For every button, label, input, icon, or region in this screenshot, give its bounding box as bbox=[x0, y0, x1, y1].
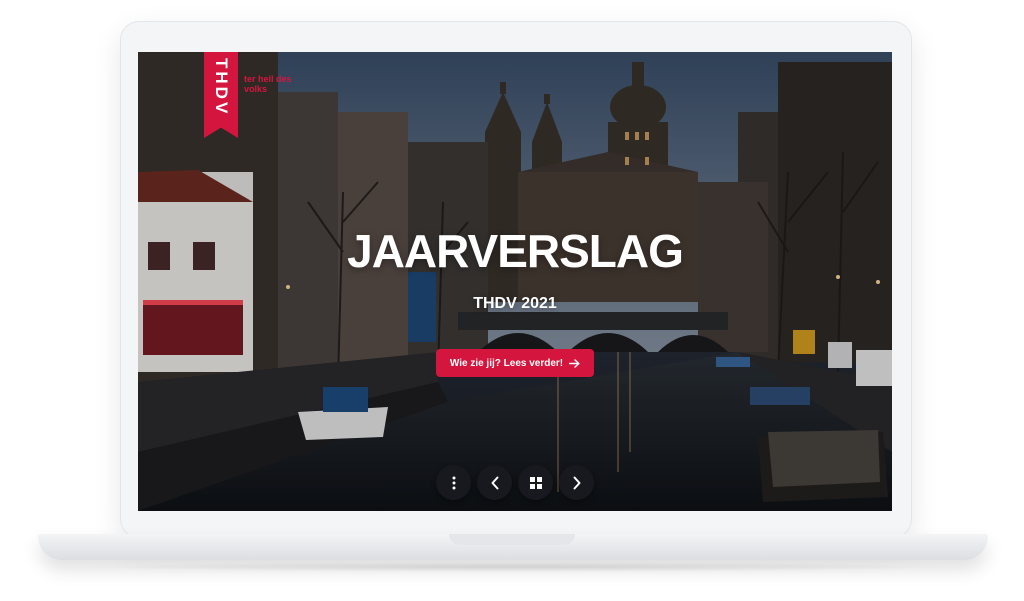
previous-button[interactable] bbox=[477, 465, 512, 500]
overview-button[interactable] bbox=[518, 465, 553, 500]
hero-subtitle: THDV 2021 bbox=[473, 295, 557, 312]
laptop-notch bbox=[449, 534, 575, 545]
menu-dots-icon bbox=[452, 476, 455, 489]
chevron-right-icon bbox=[573, 476, 580, 489]
next-button[interactable] bbox=[559, 465, 594, 500]
arrow-right-icon bbox=[569, 358, 580, 368]
chevron-left-icon bbox=[491, 476, 498, 489]
grid-icon bbox=[529, 476, 542, 489]
laptop-screen: THDV ter heil des volks JAARVERSLAG THDV… bbox=[138, 52, 892, 511]
brand-logo[interactable]: THDV bbox=[204, 52, 238, 138]
read-more-button[interactable]: Wie zie jij? Lees verder! bbox=[436, 349, 594, 377]
hero-background-image bbox=[138, 52, 892, 511]
brand-logo-text: THDV bbox=[212, 58, 231, 117]
hero-title: JAARVERSLAG bbox=[347, 225, 684, 277]
read-more-label: Wie zie jij? Lees verder! bbox=[449, 357, 564, 369]
menu-button[interactable] bbox=[436, 465, 471, 500]
brand-tagline: ter heil des volks bbox=[244, 74, 292, 94]
laptop-shadow bbox=[80, 562, 950, 572]
